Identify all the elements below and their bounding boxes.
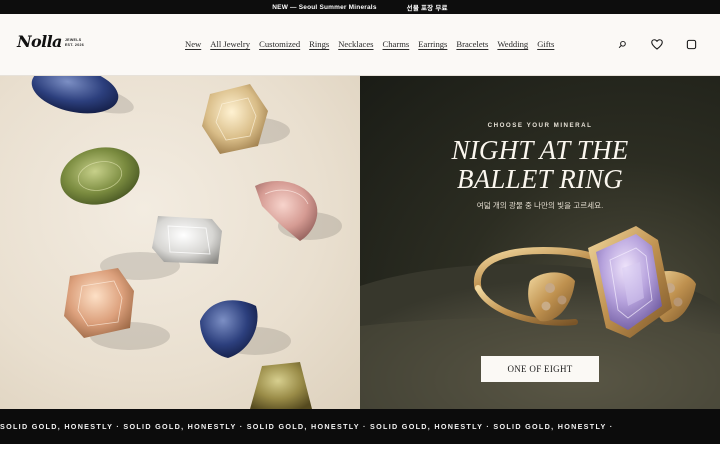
page-bottom-edge — [0, 444, 720, 450]
nav-link-customized[interactable]: Customized — [259, 39, 300, 49]
nav-link-wedding[interactable]: Wedding — [497, 39, 528, 49]
announcement-message[interactable]: NEW — Seoul Summer Minerals — [272, 4, 376, 11]
logo-tagline-line2: EST. 2026 — [64, 43, 85, 47]
nav-link-bracelets[interactable]: Bracelets — [456, 39, 488, 49]
marquee-text: SOLID GOLD, HONESTLY · SOLID GOLD, HONES… — [0, 422, 614, 431]
hero-eyebrow: CHOOSE YOUR MINERAL — [487, 122, 593, 129]
main-nav: New All Jewelry Customized Rings Necklac… — [185, 39, 554, 49]
logo-wordmark: Nolla — [17, 32, 62, 51]
marquee-banner: SOLID GOLD, HONESTLY · SOLID GOLD, HONES… — [0, 409, 720, 444]
ring-feature-panel: CHOOSE YOUR MINERAL NIGHT AT THE BALLET … — [360, 76, 720, 409]
bag-icon[interactable] — [683, 36, 699, 52]
site-header: Nolla JEWELS EST. 2026 New All Jewelry C… — [0, 14, 720, 76]
nav-link-rings[interactable]: Rings — [309, 39, 329, 49]
hero-banner: CHOOSE YOUR MINERAL NIGHT AT THE BALLET … — [0, 76, 720, 409]
brand-logo[interactable]: Nolla JEWELS EST. 2026 — [17, 34, 84, 50]
search-icon[interactable] — [614, 36, 630, 52]
logo-tagline: JEWELS EST. 2026 — [65, 38, 84, 48]
blue-sapphire-top — [31, 76, 119, 114]
announcement-secondary: 선물 포장 무료 — [406, 5, 448, 12]
header-actions — [614, 36, 699, 52]
nav-link-necklaces[interactable]: Necklaces — [338, 39, 373, 49]
hero-title-line2: BALLET RING — [457, 164, 623, 194]
gemstones-photo — [0, 76, 360, 409]
hero-subtitle: 여덟 개의 광물 중 나만의 빛을 고르세요. — [476, 201, 604, 210]
nav-link-earrings[interactable]: Earrings — [418, 39, 447, 49]
hero-title: NIGHT AT THE BALLET RING — [360, 136, 720, 194]
nav-link-charms[interactable]: Charms — [383, 39, 410, 49]
announcement-bar: NEW — Seoul Summer Minerals 선물 포장 무료 — [0, 0, 720, 14]
heart-icon[interactable] — [649, 36, 665, 52]
one-of-eight-button[interactable]: ONE OF EIGHT — [481, 356, 599, 382]
hero-title-line1: NIGHT AT THE — [451, 135, 629, 165]
nav-link-gifts[interactable]: Gifts — [537, 39, 554, 49]
nav-link-all-jewelry[interactable]: All Jewelry — [210, 39, 250, 49]
nav-link-new[interactable]: New — [185, 39, 201, 49]
